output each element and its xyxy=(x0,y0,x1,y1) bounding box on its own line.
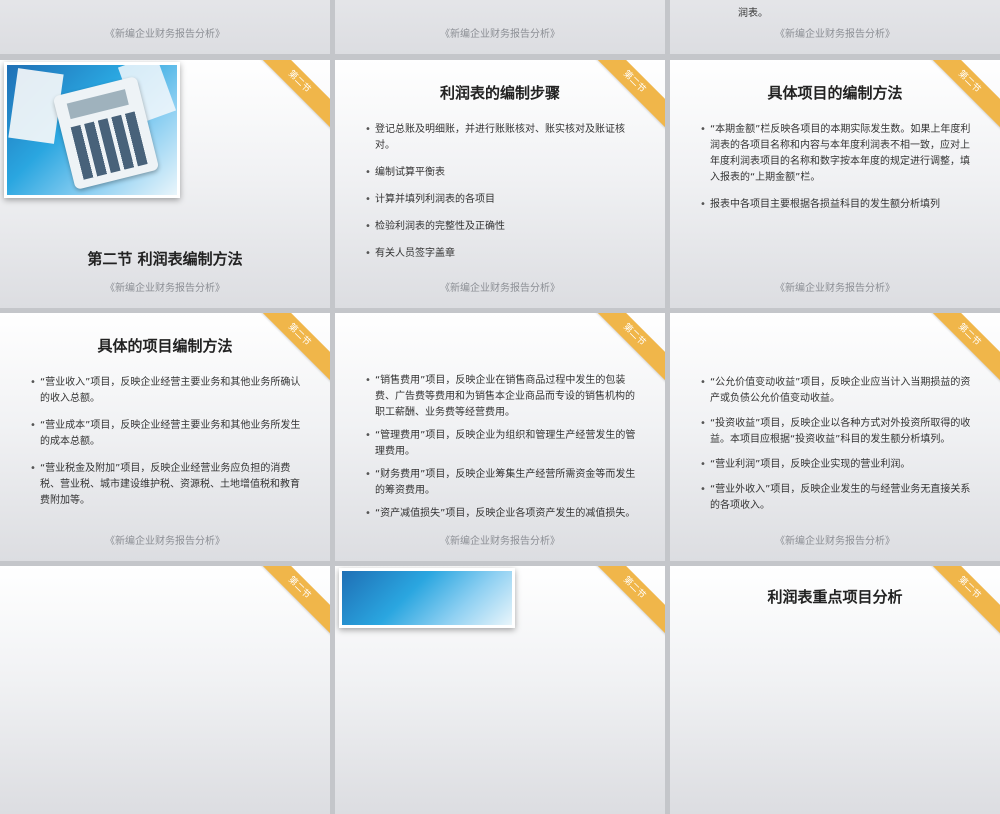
slide-footer: 《新编企业财务报告分析》 xyxy=(440,536,560,547)
slide-footer: 《新编企业财务报告分析》 xyxy=(105,536,225,547)
slide-title: 具体项目的编制方法 xyxy=(767,84,903,102)
bullet-item: “财务费用”项目，反映企业筹集生产经营所需资金等而发生的筹资费用。 xyxy=(365,467,643,499)
section-corner-ribbon: 第二节 xyxy=(245,60,330,136)
bullet-item: 报表中各项目主要根据各损益科目的发生额分析填列 xyxy=(700,197,978,213)
slide-footer: 《新编企业财务报告分析》 xyxy=(775,29,895,40)
bullet-item: 有关人员签字盖章 xyxy=(365,246,643,262)
slide-thumbnail-10[interactable]: 第二节 xyxy=(0,566,330,814)
bullet-item: “营业利润”项目，反映企业实现的营业利润。 xyxy=(700,457,978,473)
slide-thumbnail-8[interactable]: 第二节 “销售费用”项目，反映企业在销售商品过程中发生的包装费、广告费等费用和为… xyxy=(335,313,665,561)
slide-footer: 《新编企业财务报告分析》 xyxy=(105,29,225,40)
slide-footer: 《新编企业财务报告分析》 xyxy=(440,29,560,40)
bullet-item: 编制试算平衡表 xyxy=(365,165,643,181)
slide-footer: 《新编企业财务报告分析》 xyxy=(775,283,895,294)
slide-footer: 《新编企业财务报告分析》 xyxy=(440,283,560,294)
slide-title: 利润表的编制步骤 xyxy=(439,84,560,102)
calculator-photo xyxy=(339,568,515,628)
slide-thumbnail-11[interactable]: 第二节 xyxy=(335,566,665,814)
slide-title: 利润表重点项目分析 xyxy=(767,588,903,606)
slide-thumbnail-7[interactable]: 第二节 具体的项目编制方法 “营业收入”项目，反映企业经营主要业务和其他业务所确… xyxy=(0,313,330,561)
slide-footer: 《新编企业财务报告分析》 xyxy=(105,283,225,294)
slide-thumbnail-3[interactable]: 润表。 《新编企业财务报告分析》 xyxy=(670,0,1000,54)
bullet-item: “公允价值变动收益”项目，反映企业应当计入当期损益的资产或负债公允价值变动收益。 xyxy=(700,375,978,407)
section-corner-ribbon: 第二节 xyxy=(245,566,330,642)
bullet-item: “本期金额”栏反映各项目的本期实际发生数。如果上年度利润表的各项目名称和内容与本… xyxy=(700,122,978,186)
section-corner-ribbon: 第二节 xyxy=(580,566,665,642)
bullet-list: “公允价值变动收益”项目，反映企业应当计入当期损益的资产或负债公允价值变动收益。… xyxy=(700,375,978,523)
slide-thumbnail-5[interactable]: 第二节 利润表的编制步骤 登记总账及明细账，并进行账账核对、账实核对及账证核对。… xyxy=(335,60,665,308)
bullet-item: “营业外收入”项目，反映企业发生的与经营业务无直接关系的各项收入。 xyxy=(700,482,978,514)
bullet-item: 检验利润表的完整性及正确性 xyxy=(365,219,643,235)
slide-thumbnail-6[interactable]: 第二节 具体项目的编制方法 “本期金额”栏反映各项目的本期实际发生数。如果上年度… xyxy=(670,60,1000,308)
slide-thumbnail-12[interactable]: 第二节 利润表重点项目分析 xyxy=(670,566,1000,814)
bullet-item: “营业收入”项目，反映企业经营主要业务和其他业务所确认的收入总额。 xyxy=(30,375,308,407)
slide-thumbnail-1[interactable]: 《新编企业财务报告分析》 xyxy=(0,0,330,54)
bullet-list: “销售费用”项目，反映企业在销售商品过程中发生的包装费、广告费等费用和为销售本企… xyxy=(365,373,643,529)
slide-thumbnail-2[interactable]: 《新编企业财务报告分析》 xyxy=(335,0,665,54)
calculator-photo xyxy=(4,62,180,198)
slide-title: 具体的项目编制方法 xyxy=(97,337,233,355)
bullet-item: “管理费用”项目，反映企业为组织和管理生产经营发生的管理费用。 xyxy=(365,428,643,460)
slide-footer: 《新编企业财务报告分析》 xyxy=(775,536,895,547)
slide-thumbnail-4[interactable]: 第二节 第二节 利润表编制方法 《新编企业财务报告分析》 xyxy=(0,60,330,308)
bullet-item: “销售费用”项目，反映企业在销售商品过程中发生的包装费、广告费等费用和为销售本企… xyxy=(365,373,643,421)
slide-body-text: 润表。 xyxy=(738,8,768,19)
bullet-list: “本期金额”栏反映各项目的本期实际发生数。如果上年度利润表的各项目名称和内容与本… xyxy=(700,122,978,224)
slide-title: 第二节 利润表编制方法 xyxy=(87,250,243,268)
bullet-item: 计算并填列利润表的各项目 xyxy=(365,192,643,208)
bullet-list: “营业收入”项目，反映企业经营主要业务和其他业务所确认的收入总额。 “营业成本”… xyxy=(30,375,308,520)
slide-thumbnail-9[interactable]: 第二节 “公允价值变动收益”项目，反映企业应当计入当期损益的资产或负债公允价值变… xyxy=(670,313,1000,561)
bullet-item: “营业成本”项目，反映企业经营主要业务和其他业务所发生的成本总额。 xyxy=(30,418,308,450)
bullet-item: 登记总账及明细账，并进行账账核对、账实核对及账证核对。 xyxy=(365,122,643,154)
bullet-item: “资产减值损失”项目，反映企业各项资产发生的减值损失。 xyxy=(365,506,643,522)
bullet-list: 登记总账及明细账，并进行账账核对、账实核对及账证核对。 编制试算平衡表 计算并填… xyxy=(365,122,643,273)
bullet-item: “营业税金及附加”项目，反映企业经营业务应负担的消费税、营业税、城市建设维护税、… xyxy=(30,461,308,509)
bullet-item: “投资收益”项目，反映企业以各种方式对外投资所取得的收益。本项目应根据“投资收益… xyxy=(700,416,978,448)
